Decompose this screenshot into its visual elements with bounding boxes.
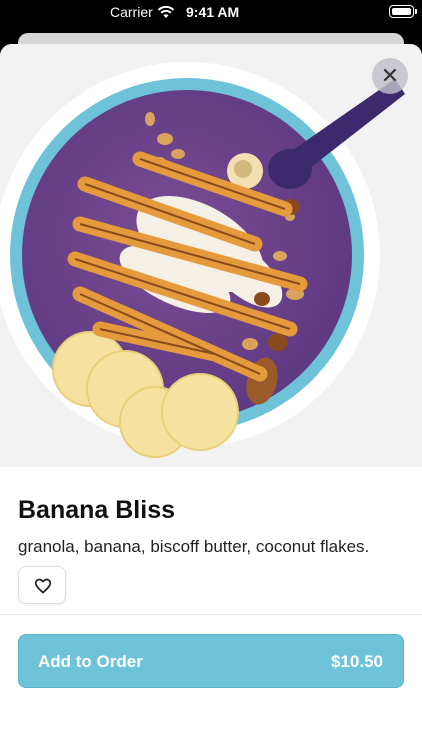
close-icon: ✕ [380,63,400,88]
status-bar: Carrier 9:41 AM [0,0,422,24]
bowl-toppings [52,79,405,458]
divider [0,614,422,615]
status-time: 9:41 AM [186,4,240,20]
add-to-order-button[interactable]: Add to Order $10.50 [18,634,404,688]
item-description: granola, banana, biscoff butter, coconut… [18,537,370,556]
item-title: Banana Bliss [18,496,176,524]
favorite-button[interactable] [18,566,66,604]
item-details: Banana Bliss granola, banana, biscoff bu… [18,496,404,559]
add-to-order-label: Add to Order [38,652,143,671]
carrier-label: Carrier [110,4,153,20]
battery-icon [389,5,417,18]
close-button[interactable]: ✕ [372,58,408,94]
heart-icon [34,578,52,594]
item-image: ✕ [0,44,422,467]
item-price: $10.50 [331,652,383,671]
wifi-icon [157,5,175,18]
